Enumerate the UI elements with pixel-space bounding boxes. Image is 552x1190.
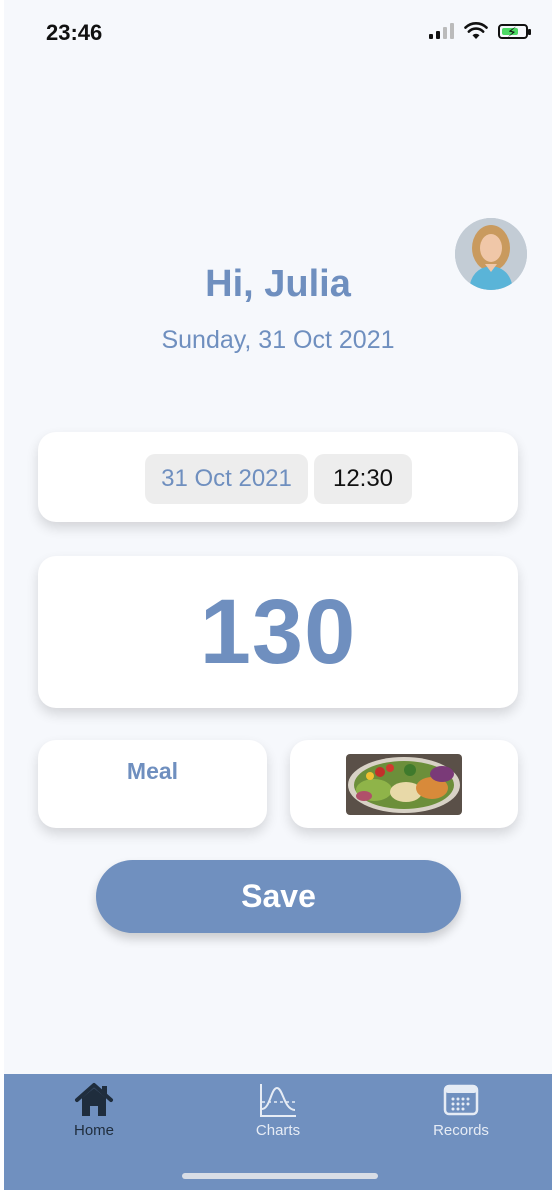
tab-records-label: Records: [433, 1122, 489, 1139]
tab-records[interactable]: Records: [401, 1082, 521, 1139]
food-photo: [346, 754, 462, 815]
datetime-card: 31 Oct 2021 12:30: [38, 432, 518, 522]
greeting-title: Hi, Julia: [205, 263, 351, 305]
house-icon: [75, 1083, 113, 1116]
chart-icon: [260, 1084, 296, 1117]
date-picker[interactable]: 31 Oct 2021: [145, 454, 308, 504]
calendar-icon: [443, 1084, 479, 1116]
tab-home[interactable]: Home: [34, 1082, 154, 1139]
tab-home-label: Home: [73, 1122, 114, 1139]
tab-charts-label: Charts: [255, 1122, 301, 1139]
current-date: Sunday, 31 Oct 2021: [161, 326, 395, 354]
status-icons: ⚡: [429, 22, 531, 40]
tab-charts[interactable]: Charts: [218, 1082, 338, 1139]
wifi-icon: [464, 22, 488, 39]
meal-photo-card[interactable]: [290, 740, 518, 828]
meal-label: Meal: [126, 758, 179, 784]
time-picker[interactable]: 12:30: [314, 454, 412, 504]
glucose-value-card[interactable]: 130: [38, 556, 518, 708]
cellular-signal-icon: [429, 23, 454, 39]
app-screen: 23:46 ⚡ Hi, Julia Sunday, 31 Oct 2021 31…: [4, 0, 552, 1190]
save-button[interactable]: Save: [96, 860, 461, 933]
status-time: 23:46: [46, 20, 103, 45]
glucose-value: 130: [199, 581, 357, 683]
home-indicator: [182, 1173, 378, 1179]
battery-charging-icon: ⚡: [498, 23, 531, 40]
meal-selector[interactable]: Meal: [38, 740, 267, 828]
